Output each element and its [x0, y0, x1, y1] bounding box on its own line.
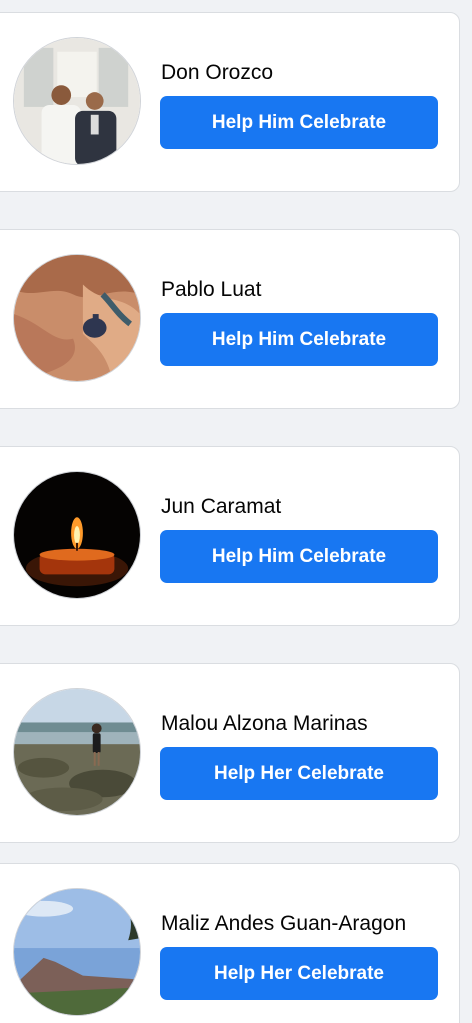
person-card: Maliz Andes Guan-Aragon Help Her Celebra…	[0, 863, 460, 1023]
avatar[interactable]	[13, 688, 141, 816]
canyon-photo-icon	[14, 255, 140, 381]
avatar[interactable]	[13, 471, 141, 599]
avatar[interactable]	[13, 254, 141, 382]
help-celebrate-button[interactable]: Help Him Celebrate	[160, 530, 438, 583]
avatar[interactable]	[13, 37, 141, 165]
person-name[interactable]: Pablo Luat	[161, 278, 261, 302]
help-celebrate-button[interactable]: Help Him Celebrate	[160, 313, 438, 366]
avatar[interactable]	[13, 888, 141, 1016]
help-celebrate-button[interactable]: Help Her Celebrate	[160, 947, 438, 1000]
person-card: Don Orozco Help Him Celebrate	[0, 12, 460, 192]
person-name[interactable]: Jun Caramat	[161, 495, 281, 519]
help-celebrate-button[interactable]: Help Her Celebrate	[160, 747, 438, 800]
candle-photo-icon	[14, 472, 140, 598]
birthday-list: Don Orozco Help Him Celebrate Pablo Luat…	[0, 0, 472, 1023]
person-card: Pablo Luat Help Him Celebrate	[0, 229, 460, 409]
person-name[interactable]: Malou Alzona Marinas	[161, 712, 368, 736]
person-name[interactable]: Don Orozco	[161, 61, 273, 85]
person-name[interactable]: Maliz Andes Guan-Aragon	[161, 912, 406, 936]
rocky-shore-photo-icon	[14, 689, 140, 815]
person-card: Jun Caramat Help Him Celebrate	[0, 446, 460, 626]
two-men-photo-icon	[14, 38, 140, 164]
help-celebrate-button[interactable]: Help Him Celebrate	[160, 96, 438, 149]
person-card: Malou Alzona Marinas Help Her Celebrate	[0, 663, 460, 843]
mountain-photo-icon	[14, 889, 140, 1015]
